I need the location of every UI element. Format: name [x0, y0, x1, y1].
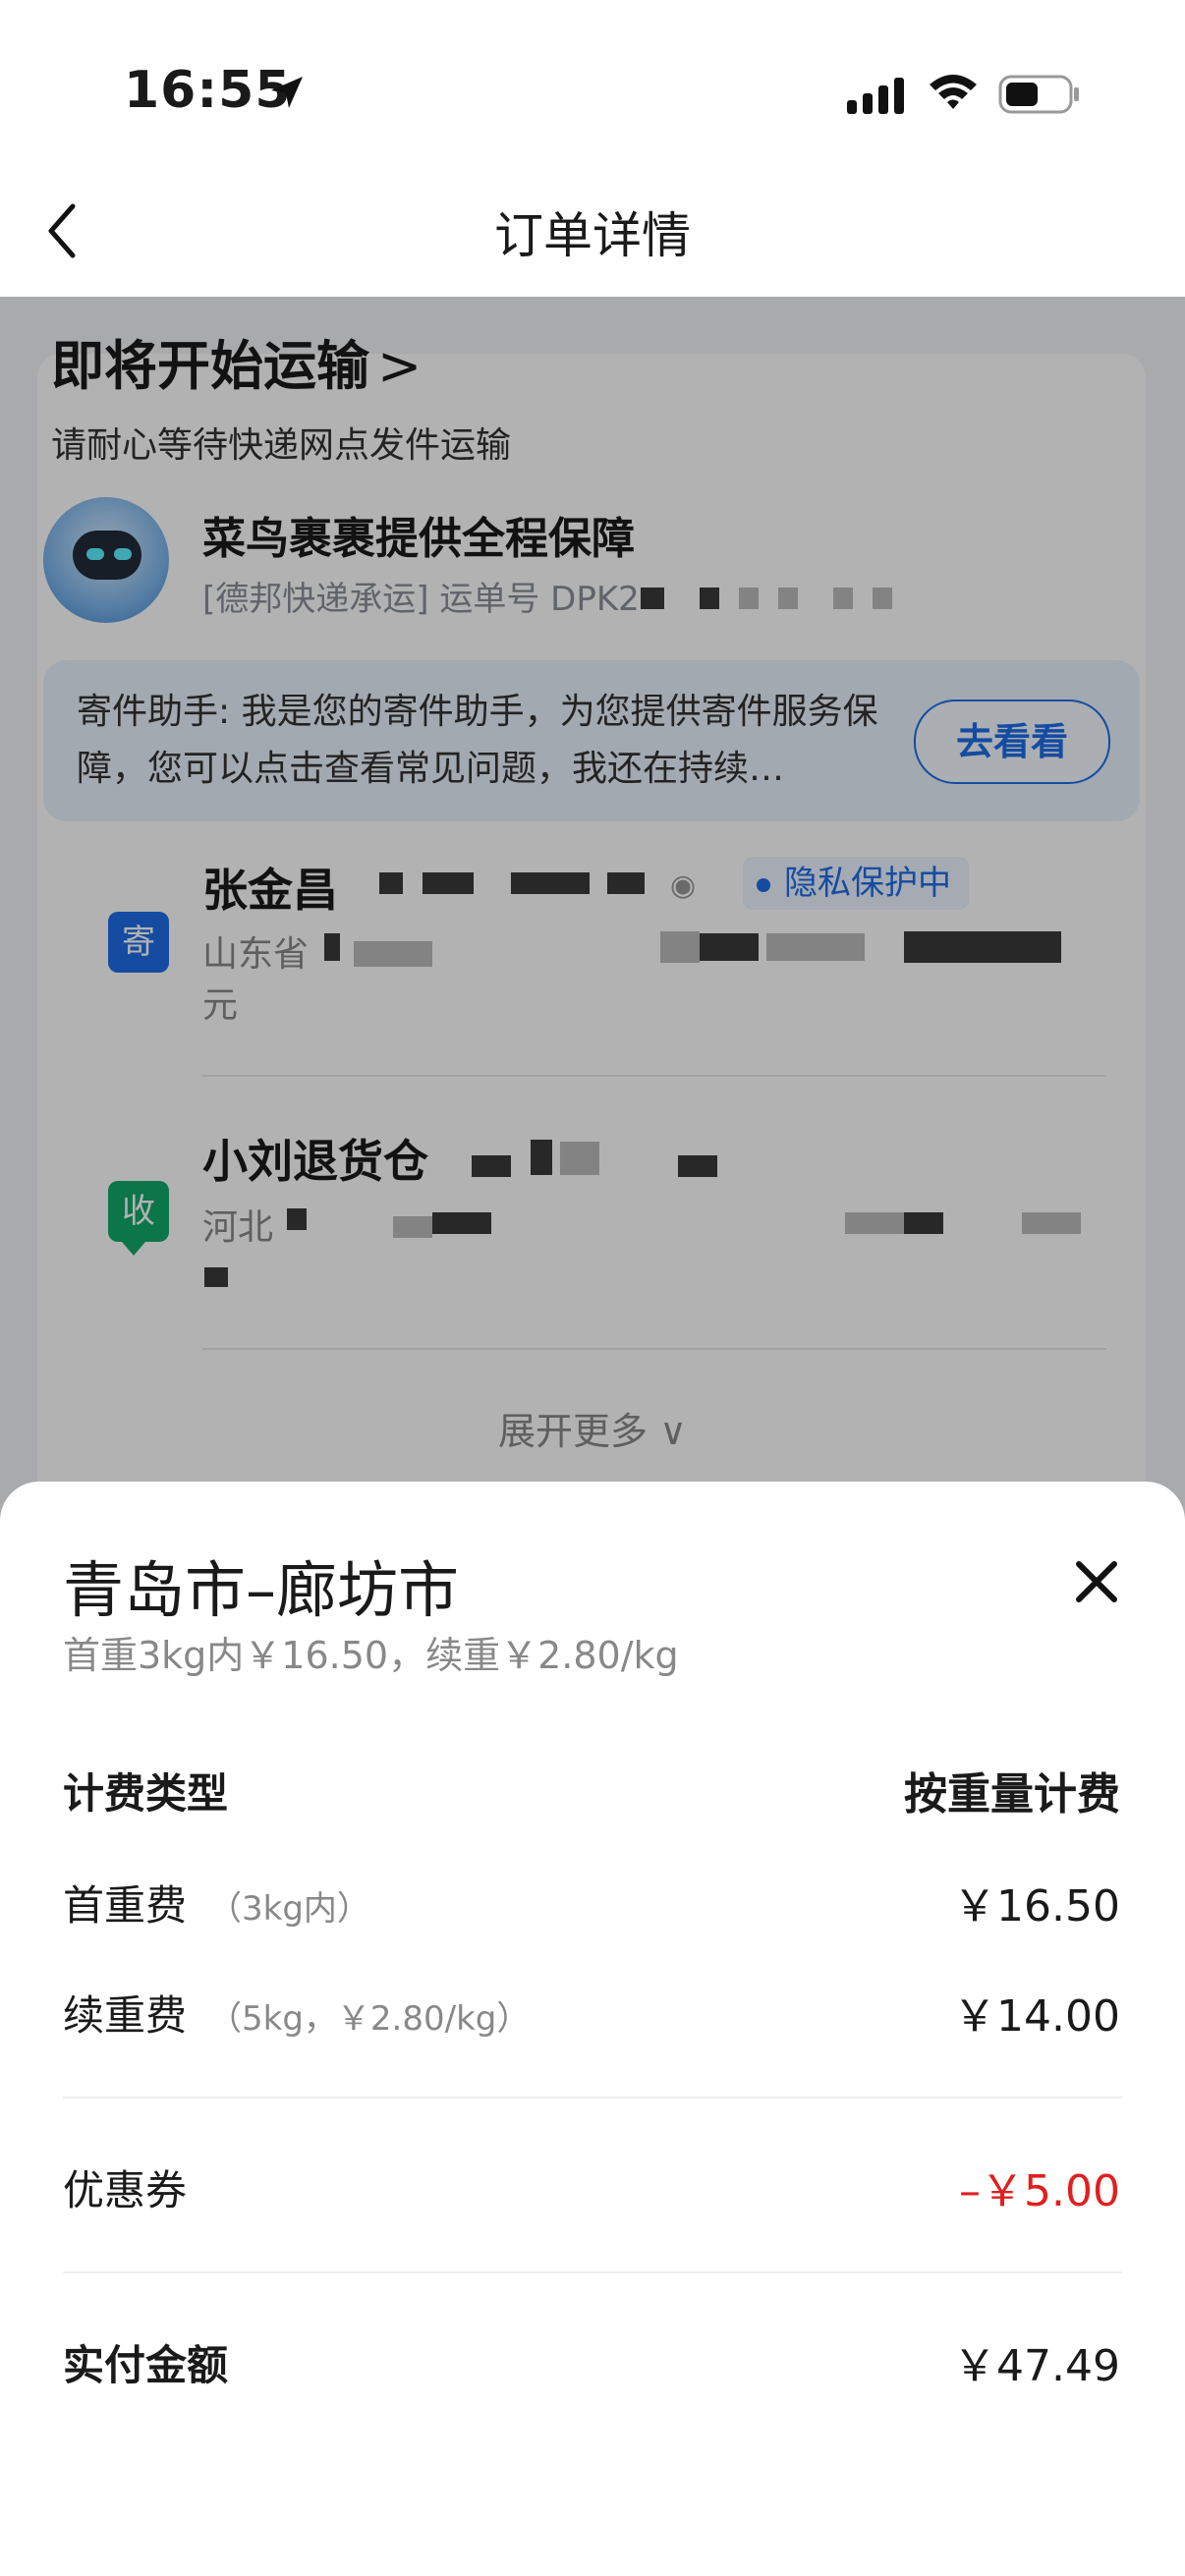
- battery-icon: [998, 75, 1079, 114]
- coupon-value: –￥5.00: [959, 2166, 1120, 2216]
- route-title: 青岛市–廊坊市: [63, 1554, 460, 1626]
- wifi-icon: [930, 75, 977, 109]
- divider: [63, 2271, 1122, 2273]
- first-weight-note: （3kg内）: [208, 1889, 370, 1929]
- location-arrow-icon: [271, 77, 303, 108]
- extra-weight-fee: ￥14.00: [953, 1991, 1120, 2042]
- first-weight-fee: ￥16.50: [953, 1881, 1120, 1932]
- status-time: 16:55: [124, 61, 292, 120]
- page-title: 订单详情: [494, 207, 691, 264]
- coupon-label: 优惠券: [63, 2166, 188, 2214]
- cellular-signal-icon: [847, 78, 904, 114]
- amount-paid-label: 实付金额: [63, 2341, 229, 2389]
- close-icon[interactable]: [1065, 1550, 1128, 1613]
- first-weight-row: 首重费 （3kg内）: [63, 1873, 370, 1932]
- rate-summary: 首重3kg内￥16.50，续重￥2.80/kg: [63, 1634, 679, 1677]
- extra-weight-row: 续重费 （5kg，￥2.80/kg）: [63, 1983, 530, 2043]
- first-weight-label: 首重费: [63, 1881, 188, 1930]
- billing-type-value: 按重量计费: [904, 1769, 1120, 1820]
- amount-paid-value: ￥47.49: [953, 2341, 1120, 2391]
- divider: [63, 2097, 1122, 2099]
- billing-type-label: 计费类型: [63, 1769, 229, 1818]
- extra-weight-label: 续重费: [63, 1991, 188, 2040]
- extra-weight-note: （5kg，￥2.80/kg）: [208, 1999, 531, 2039]
